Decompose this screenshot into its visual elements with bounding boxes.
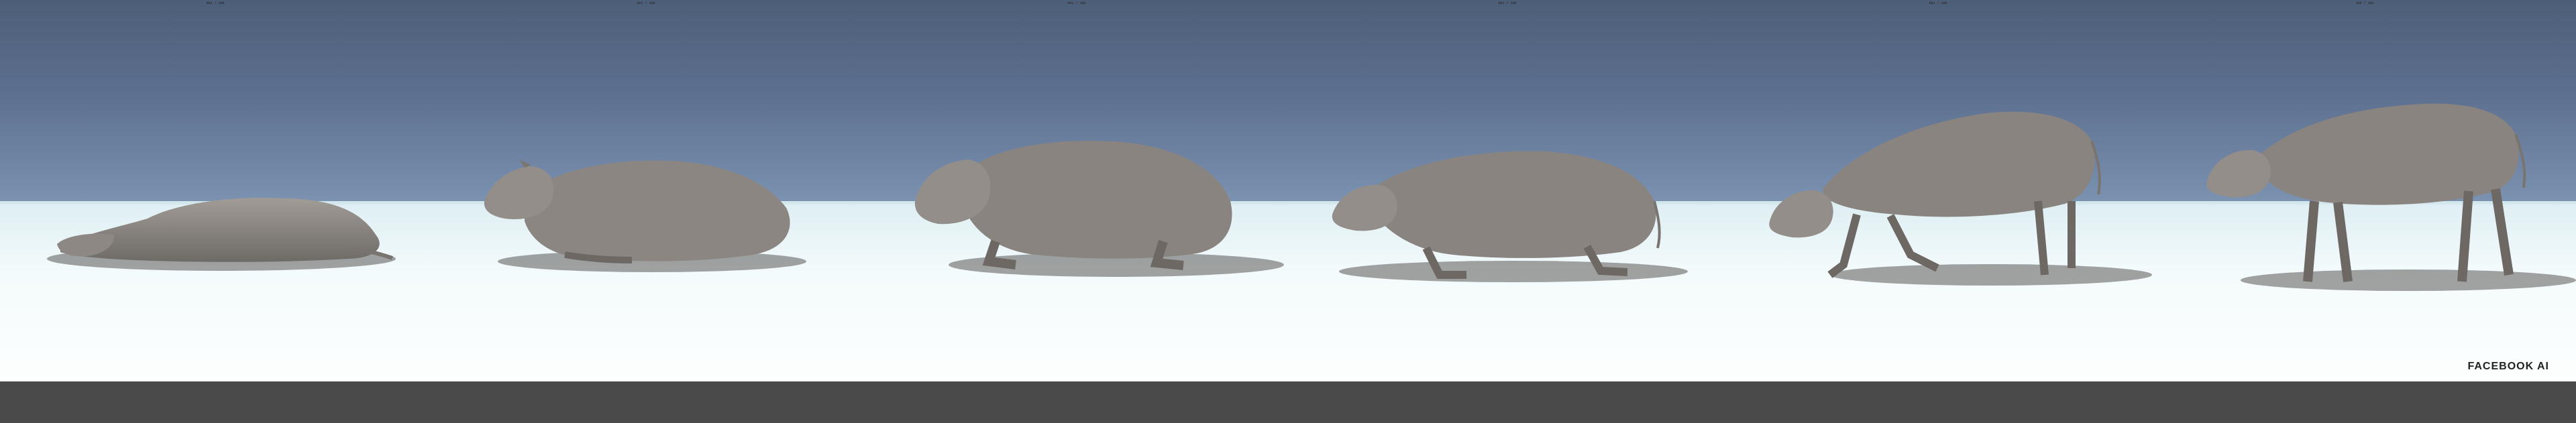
cow-shadow <box>1339 261 1688 282</box>
cow-body <box>1823 111 2095 217</box>
cow-foreleg <box>2333 202 2353 282</box>
panel-base <box>1723 381 2153 402</box>
frame-panel-1: 001 / 100 <box>0 0 431 402</box>
cow-body <box>1373 151 1656 258</box>
cow-kneeling-low <box>1332 151 1688 282</box>
frame-panel-2: 021 / 100 <box>431 0 861 402</box>
brand-name: FACEBOOK AI <box>2467 361 2549 372</box>
cow-head <box>1332 184 1397 231</box>
cow-hindleg <box>2491 188 2514 276</box>
panel-base <box>1292 381 1723 402</box>
cow-foreleg <box>1827 213 1861 278</box>
cow-resting <box>484 160 806 272</box>
panel-base <box>861 381 1292 402</box>
cow-head <box>1769 190 1833 238</box>
cow-body <box>525 160 790 261</box>
cow-shadow <box>1830 264 2152 286</box>
cow-tail <box>1653 200 1661 249</box>
panel-base <box>2153 381 2576 402</box>
frame-panel-5: 081 / 100 <box>1723 0 2153 402</box>
frame-panel-4: 061 / 100 <box>1292 0 1723 402</box>
panel-base <box>431 381 861 402</box>
cow-rising <box>1769 111 2152 286</box>
cow-standing <box>2206 103 2576 291</box>
cow-hindleg <box>2457 190 2473 282</box>
cow-head <box>2206 149 2271 198</box>
frame-panel-6: 100 / 100 FACEBOOK AI <box>2153 0 2576 402</box>
frame-panel-3: 041 / 100 <box>861 0 1292 402</box>
cow-hindleg <box>2034 200 2049 276</box>
cow-body <box>962 140 1232 259</box>
cow-foreleg <box>2303 200 2319 282</box>
cow-lying <box>47 198 396 271</box>
cow-kneeling <box>914 140 1284 277</box>
facebook-ai-logo: FACEBOOK AI <box>2467 361 2549 373</box>
cow-body <box>60 198 380 262</box>
animation-filmstrip: 001 / 100 021 / 100 041 / 100 061 / 100 … <box>0 0 2576 423</box>
cow-ear <box>519 160 531 168</box>
cow-shadow <box>2241 269 2576 291</box>
cow-foreleg <box>1886 214 1939 272</box>
panel-base <box>0 381 431 402</box>
cow-body <box>2261 103 2519 205</box>
